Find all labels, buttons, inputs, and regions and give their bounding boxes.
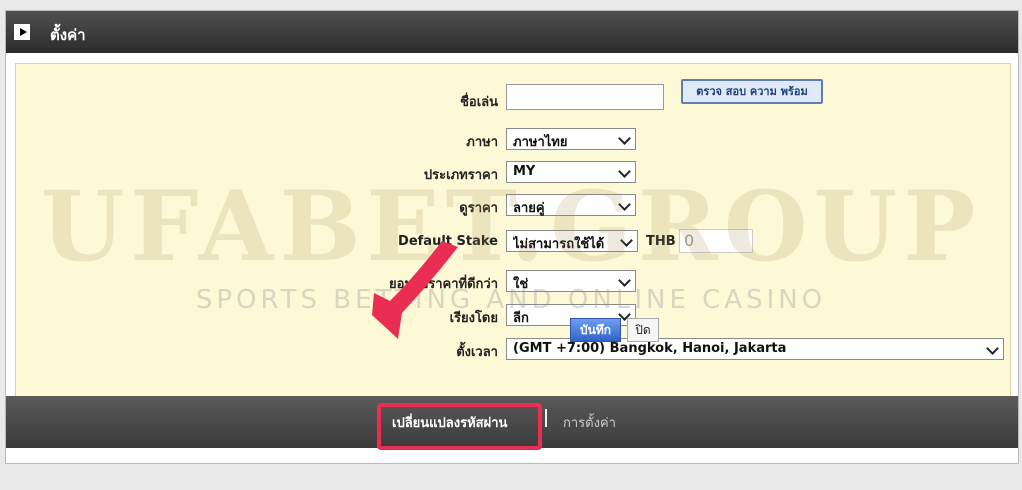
accept-better-odds-select[interactable]: ใช่ xyxy=(506,270,636,292)
chevron-down-icon xyxy=(618,132,631,145)
settings-link[interactable]: การตั้งค่า xyxy=(563,412,616,433)
language-select[interactable]: ภาษาไทย xyxy=(506,128,636,150)
close-button[interactable]: ปิด xyxy=(627,318,659,342)
settings-form: ชื่อเล่น ตรวจ สอบ ความ พร้อม ภาษา ภาษาไท… xyxy=(15,63,1011,397)
footer-separator xyxy=(545,409,547,427)
currency-label: THB xyxy=(646,234,676,249)
accept-better-odds-value: ใช่ xyxy=(513,277,529,292)
title-bar: ตั้งค่า xyxy=(6,11,1018,53)
timezone-label: ตั้งเวลา xyxy=(456,345,498,360)
check-availability-button[interactable]: ตรวจ สอบ ความ พร้อม xyxy=(681,79,823,104)
highlight-box xyxy=(377,403,542,450)
nickname-label: ชื่อเล่น xyxy=(460,95,498,110)
play-icon xyxy=(14,24,30,40)
accept-better-odds-label: ยอมรับราคาที่ดีกว่า xyxy=(389,277,498,292)
window-title: ตั้งค่า xyxy=(50,26,86,44)
odds-type-value: MY xyxy=(513,164,536,179)
language-value: ภาษาไทย xyxy=(513,135,568,150)
chevron-down-icon xyxy=(620,234,633,247)
odds-type-select[interactable]: MY xyxy=(506,161,636,183)
timezone-value: (GMT +7:00) Bangkok, Hanoi, Jakarta xyxy=(513,341,787,356)
chevron-down-icon xyxy=(986,342,999,355)
odds-type-label: ประเภทราคา xyxy=(423,168,498,183)
default-stake-select[interactable]: ไม่สามารถใช้ได้ xyxy=(506,230,638,252)
sort-by-label: เรียงโดย xyxy=(449,311,498,326)
settings-window: ตั้งค่า ชื่อเล่น ตรวจ สอบ ความ พร้อม ภาษ… xyxy=(5,10,1019,464)
save-button[interactable]: บันทึก xyxy=(570,318,621,342)
stake-amount-input[interactable]: 0 xyxy=(679,229,753,253)
default-stake-value: ไม่สามารถใช้ได้ xyxy=(513,237,605,252)
odds-view-value: ลายคู่ xyxy=(513,201,545,216)
nickname-input[interactable] xyxy=(506,84,664,110)
chevron-down-icon xyxy=(618,198,631,211)
chevron-down-icon xyxy=(618,165,631,178)
default-stake-label: Default Stake xyxy=(398,234,498,249)
odds-view-label: ดูราคา xyxy=(459,201,498,216)
chevron-down-icon xyxy=(618,274,631,287)
sort-by-value: ลีก xyxy=(513,311,529,326)
language-label: ภาษา xyxy=(466,135,498,150)
odds-view-select[interactable]: ลายคู่ xyxy=(506,194,636,216)
